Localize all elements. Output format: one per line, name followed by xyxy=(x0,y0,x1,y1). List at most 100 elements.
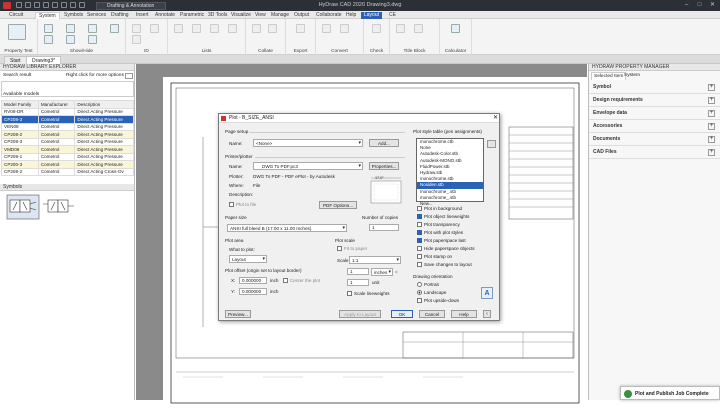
close-icon[interactable]: ✕ xyxy=(706,1,719,10)
expand-icon[interactable]: + xyxy=(708,84,715,91)
preview-button[interactable]: Preview... xyxy=(225,310,251,318)
scale-numerator-input[interactable]: 1 xyxy=(347,268,369,275)
expand-icon[interactable]: + xyxy=(708,110,715,117)
title-block-icon[interactable] xyxy=(396,24,405,33)
layer-icon[interactable] xyxy=(88,24,97,33)
expand-icon[interactable]: + xyxy=(708,149,715,156)
parts-list-icon[interactable] xyxy=(192,24,201,33)
paper-size-select[interactable]: ANSI full bleed B (17.00 x 11.00 Inches) xyxy=(227,224,347,232)
menu-manage[interactable]: Manage xyxy=(268,12,292,19)
hose-list-icon[interactable] xyxy=(210,24,219,33)
landscape-radio[interactable] xyxy=(417,290,422,295)
property-test-icon[interactable] xyxy=(8,24,26,40)
menu-services[interactable]: Services xyxy=(84,12,109,19)
menu-view[interactable]: View xyxy=(252,12,269,19)
section-cad-files[interactable]: CAD Files + xyxy=(589,146,720,159)
cancel-button[interactable]: Cancel xyxy=(419,310,445,318)
plot-option-checkbox[interactable] xyxy=(417,246,422,251)
col-model-family[interactable]: Model Family xyxy=(1,100,39,109)
add-button[interactable]: Add... xyxy=(369,139,399,147)
menu-3d-tools[interactable]: 3D Tools xyxy=(205,12,230,19)
check-icon[interactable] xyxy=(372,24,381,33)
pdf-options-button[interactable]: PDF Options... xyxy=(319,201,357,209)
valve-symbol-icon[interactable] xyxy=(6,194,40,220)
valve-symbol-icon[interactable] xyxy=(42,194,76,220)
apply-to-layout-button[interactable]: Apply to Layout xyxy=(339,310,381,318)
isolate-icon[interactable] xyxy=(66,35,75,44)
plot-option-checkbox[interactable] xyxy=(417,214,422,219)
menu-insert[interactable]: Insert xyxy=(133,12,152,19)
menu-layout[interactable]: Layout xyxy=(361,12,383,19)
help-button[interactable]: Help xyxy=(451,310,477,318)
menu-collaborate[interactable]: Collaborate xyxy=(313,12,345,19)
tab-drawing3[interactable]: Drawing3* xyxy=(26,56,62,64)
what-to-plot-select[interactable]: Layout xyxy=(229,255,267,263)
visibility-icon[interactable] xyxy=(110,24,119,33)
scale-denominator-input[interactable]: 1 xyxy=(347,279,369,286)
expand-icon[interactable]: + xyxy=(708,97,715,104)
scale-lineweights-checkbox[interactable] xyxy=(347,291,352,296)
plot-style-dropdown-list[interactable]: monochrome.ctb None Autodesk-Color.stb A… xyxy=(416,138,484,206)
tab-system[interactable]: System xyxy=(622,72,642,80)
calculator-icon[interactable] xyxy=(451,24,460,33)
table-row[interactable]: CP208-2 Cometrol Direct Acting Cross-Ov xyxy=(1,167,134,176)
pipe-list-icon[interactable] xyxy=(228,24,237,33)
options-icon[interactable] xyxy=(125,73,133,79)
export-icon[interactable] xyxy=(296,24,305,33)
fit-to-paper-checkbox[interactable] xyxy=(337,246,342,251)
update-symbol-icon[interactable] xyxy=(340,24,349,33)
table-row[interactable]: CP208-3 Cometrol Direct Acting Pressure xyxy=(1,115,134,124)
menu-ce[interactable]: CE xyxy=(386,12,399,19)
menu-visualize[interactable]: Visualize xyxy=(228,12,254,19)
table-row[interactable]: RV08-DR Cometrol Direct Acting Pressure xyxy=(1,107,134,116)
section-accessories[interactable]: Accessories + xyxy=(589,120,720,133)
section-design-requirements[interactable]: Design requirements + xyxy=(589,94,720,107)
table-row[interactable]: CP208-3 Cometrol Direct Acting Pressure xyxy=(1,137,134,146)
plot-option-checkbox[interactable] xyxy=(417,206,422,211)
title-block-edit-icon[interactable] xyxy=(414,24,423,33)
menu-symbols[interactable]: Symbols xyxy=(61,12,86,19)
convert-icon[interactable] xyxy=(322,24,331,33)
plot-to-file-checkbox[interactable] xyxy=(229,202,234,207)
menu-system[interactable]: System xyxy=(35,12,60,19)
center-plot-checkbox[interactable] xyxy=(283,278,288,283)
menu-output[interactable]: Output xyxy=(291,12,312,19)
scale-unit-select[interactable]: inches xyxy=(371,268,393,276)
plot-option-checkbox[interactable] xyxy=(417,238,422,243)
id-check-icon[interactable] xyxy=(150,24,159,33)
y-offset-input[interactable]: 0.000000 xyxy=(239,288,267,295)
plot-complete-notification[interactable]: Plot and Publish Job Complete xyxy=(620,386,720,400)
menu-annotate[interactable]: Annotate xyxy=(152,12,178,19)
edit-style-icon[interactable] xyxy=(487,140,496,148)
expand-icon[interactable]: + xyxy=(708,123,715,130)
menu-drafting[interactable]: Drafting xyxy=(108,12,132,19)
properties-button[interactable]: Properties... xyxy=(369,162,399,170)
section-symbol[interactable]: Symbol + xyxy=(589,81,720,94)
upside-down-checkbox[interactable] xyxy=(417,298,422,303)
tab-start[interactable]: Start xyxy=(4,56,27,64)
x-offset-input[interactable]: 0.000000 xyxy=(239,277,267,284)
portrait-radio[interactable] xyxy=(417,282,422,287)
collapse-icon[interactable]: ‹ xyxy=(483,310,491,318)
plot-option-checkbox[interactable] xyxy=(417,222,422,227)
hide-icon[interactable] xyxy=(44,35,53,44)
expand-icon[interactable]: + xyxy=(708,136,715,143)
table-row[interactable]: CP208-1 Cometrol Direct Acting Pressure xyxy=(1,152,134,161)
show-icon[interactable] xyxy=(44,24,53,33)
table-row[interactable]: VEN08 Cometrol Direct Acting Pressure xyxy=(1,122,134,131)
id-renumber-icon[interactable] xyxy=(132,35,141,44)
col-manufacturer[interactable]: Manufacturer xyxy=(37,100,76,109)
bom-icon[interactable] xyxy=(174,24,183,33)
menu-help[interactable]: Help xyxy=(343,12,359,19)
plot-option-checkbox[interactable] xyxy=(417,254,422,259)
minimize-icon[interactable]: – xyxy=(680,1,693,10)
col-description[interactable]: Description xyxy=(74,100,134,109)
dialog-close-icon[interactable]: ✕ xyxy=(491,114,500,123)
plot-option-checkbox[interactable] xyxy=(417,262,422,267)
maximize-icon[interactable]: □ xyxy=(693,1,706,10)
show-all-icon[interactable] xyxy=(66,24,75,33)
merge-icon[interactable] xyxy=(268,24,277,33)
filter-icon[interactable] xyxy=(88,35,97,44)
section-envelope-data[interactable]: Envelope data + xyxy=(589,107,720,120)
menu-circuit[interactable]: Circuit xyxy=(6,12,26,19)
